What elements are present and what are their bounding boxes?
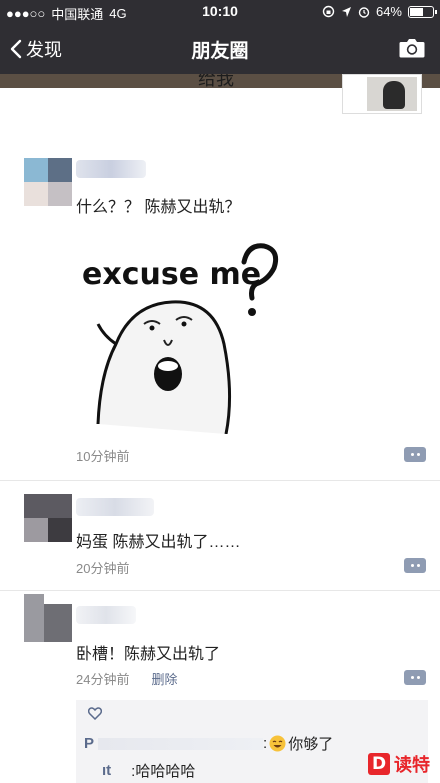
comment-time: 20分钟前 xyxy=(76,561,130,576)
comment-time: 10分钟前 xyxy=(76,449,130,464)
username-blurred[interactable] xyxy=(76,498,154,516)
excuse-me-sticker: excuse me xyxy=(82,243,279,435)
page-title: 朋友圈 xyxy=(191,41,249,62)
battery-icon xyxy=(408,5,437,18)
divider xyxy=(0,480,440,481)
avatar-image xyxy=(24,594,72,642)
watermark-logo: D xyxy=(368,753,390,775)
alarm-icon xyxy=(358,6,370,18)
reply-user-blurred[interactable]: P xyxy=(84,735,94,752)
more-actions-button[interactable] xyxy=(404,447,426,462)
reply-row[interactable]: P : 你够了 xyxy=(84,733,333,754)
more-actions-button[interactable] xyxy=(404,558,426,573)
reply-row[interactable]: ıt :哈哈哈哈 xyxy=(84,760,195,781)
avatar-image xyxy=(24,494,72,542)
status-bar: ●●●○○ 中国联通 4G 10:10 64% xyxy=(0,0,440,24)
reply-text: :哈哈哈哈 xyxy=(131,763,196,780)
watermark-text: 读特 xyxy=(394,755,430,775)
avatar[interactable] xyxy=(24,158,72,206)
reply-text: 你够了 xyxy=(288,736,334,753)
location-icon xyxy=(341,6,351,17)
comment-text: 卧槽！陈赫又出轨了 xyxy=(76,646,221,663)
reply-separator: : xyxy=(263,735,268,752)
cover-partial-text: 给我 xyxy=(198,74,234,88)
delete-link[interactable]: 删除 xyxy=(151,669,177,688)
comment-time: 24分钟前 xyxy=(76,672,130,687)
sticker-image[interactable]: excuse me xyxy=(76,224,286,435)
comment-text: 什么？？ 陈赫又出轨？ xyxy=(76,199,241,216)
post-thumbnail[interactable] xyxy=(342,74,422,114)
heart-icon xyxy=(88,707,102,720)
comment-meta: 10分钟前 xyxy=(76,446,129,465)
avatar[interactable] xyxy=(24,494,72,542)
comment-text: 妈蛋 陈赫又出轨了…… xyxy=(76,534,241,551)
back-label: 发现 xyxy=(26,40,62,60)
camera-icon xyxy=(399,39,425,58)
reply-user-blurred[interactable]: ıt xyxy=(102,762,111,779)
divider xyxy=(0,590,440,591)
battery-percent: 64% xyxy=(375,4,402,19)
comment-meta: 24分钟前 删除 xyxy=(76,669,177,688)
avatar[interactable] xyxy=(24,594,72,642)
camera-button[interactable] xyxy=(398,37,426,64)
back-button[interactable]: 发现 xyxy=(10,36,62,62)
sticker-caption: excuse me xyxy=(82,257,261,292)
chevron-left-icon xyxy=(10,39,22,59)
blurred-name-bar xyxy=(98,737,264,750)
watermark: D 读特 xyxy=(368,751,430,777)
laughing-emoji-icon xyxy=(269,735,286,752)
battery-fill xyxy=(410,7,424,16)
comment-meta: 20分钟前 xyxy=(76,558,129,577)
more-actions-button[interactable] xyxy=(404,670,426,685)
nav-bar: 发现 朋友圈 xyxy=(0,24,440,74)
username-blurred[interactable] xyxy=(76,606,136,624)
rotation-lock-icon xyxy=(322,5,335,18)
username-blurred[interactable] xyxy=(76,160,146,178)
avatar-image xyxy=(24,158,72,206)
